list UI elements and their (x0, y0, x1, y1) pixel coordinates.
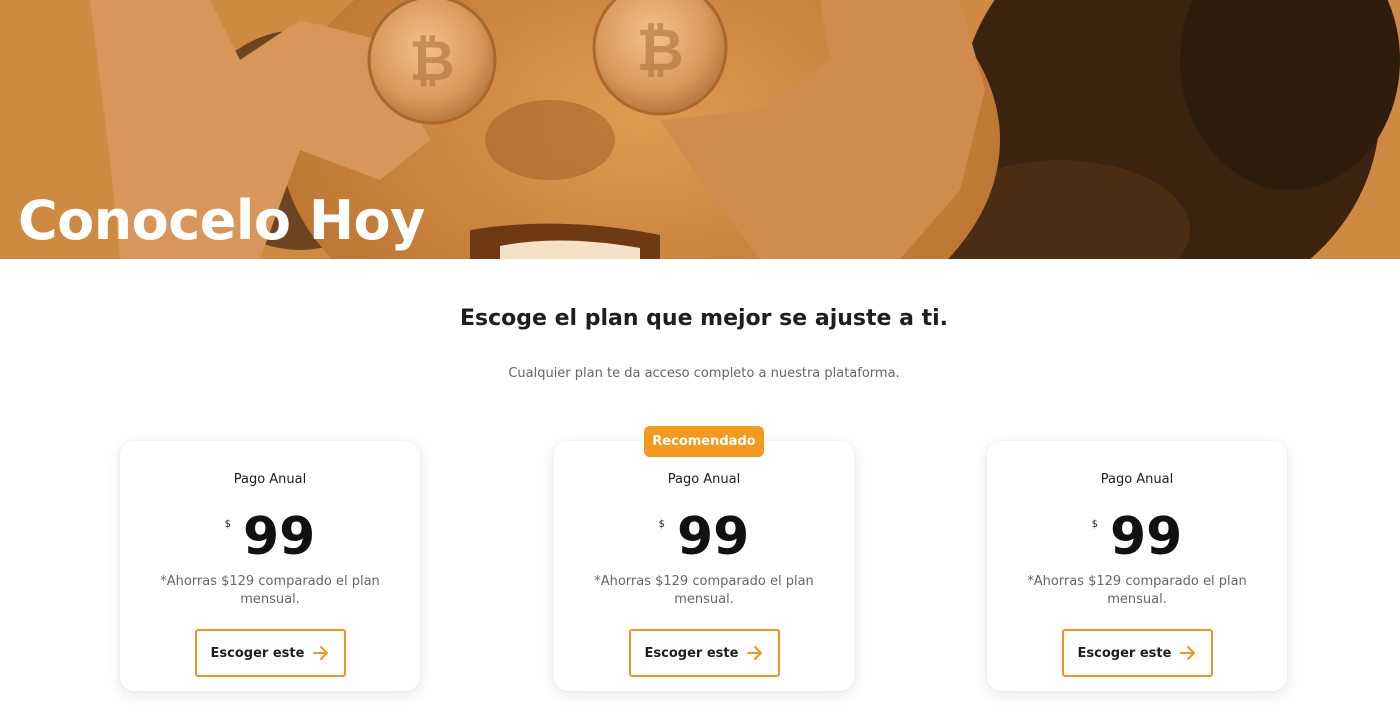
hero-title: Conocelo Hoy (18, 189, 425, 252)
pricing-subheading: Cualquier plan te da acceso completo a n… (508, 366, 900, 381)
arrow-right-icon (747, 646, 763, 660)
recommended-badge: Recomendado (644, 426, 764, 457)
choose-plan-label: Escoger este (644, 645, 739, 661)
choose-plan-label: Escoger este (210, 645, 305, 661)
plan-note: *Ahorras $129 comparado el plan mensual. (160, 574, 380, 607)
plan-note: *Ahorras $129 comparado el plan mensual. (594, 574, 814, 607)
plan-price: $ 99 (554, 505, 854, 569)
plan-name: Pago Anual (233, 472, 307, 487)
choose-plan-label: Escoger este (1077, 645, 1172, 661)
currency-symbol: $ (658, 519, 665, 530)
arrow-right-icon (313, 646, 329, 660)
price-amount: 99 (243, 507, 316, 567)
price-amount: 99 (1110, 507, 1183, 567)
plan-price: $ 99 (120, 505, 420, 569)
pricing-heading: Escoge el plan que mejor se ajuste a ti. (459, 306, 949, 331)
plan-card: Pago Anual $ 99 *Ahorras $129 comparado … (120, 441, 420, 691)
plan-card: Pago Anual $ 99 *Ahorras $129 comparado … (987, 441, 1287, 691)
svg-text:₿: ₿ (409, 29, 455, 94)
svg-text:₿: ₿ (636, 16, 683, 84)
plan-price: $ 99 (987, 505, 1287, 569)
currency-symbol: $ (1091, 519, 1098, 530)
arrow-right-icon (1180, 646, 1196, 660)
plan-card-recommended: Recomendado Pago Anual $ 99 *Ahorras $12… (554, 426, 854, 691)
choose-plan-button[interactable]: Escoger este (195, 629, 346, 677)
choose-plan-button[interactable]: Escoger este (1062, 629, 1213, 677)
currency-symbol: $ (224, 519, 231, 530)
plan-note: *Ahorras $129 comparado el plan mensual. (1027, 574, 1247, 607)
plan-name: Pago Anual (667, 472, 741, 487)
hero-banner: ₿ ₿ Conocelo Hoy (0, 0, 1400, 259)
plan-name: Pago Anual (1100, 472, 1174, 487)
price-amount: 99 (677, 507, 750, 567)
choose-plan-button[interactable]: Escoger este (629, 629, 780, 677)
